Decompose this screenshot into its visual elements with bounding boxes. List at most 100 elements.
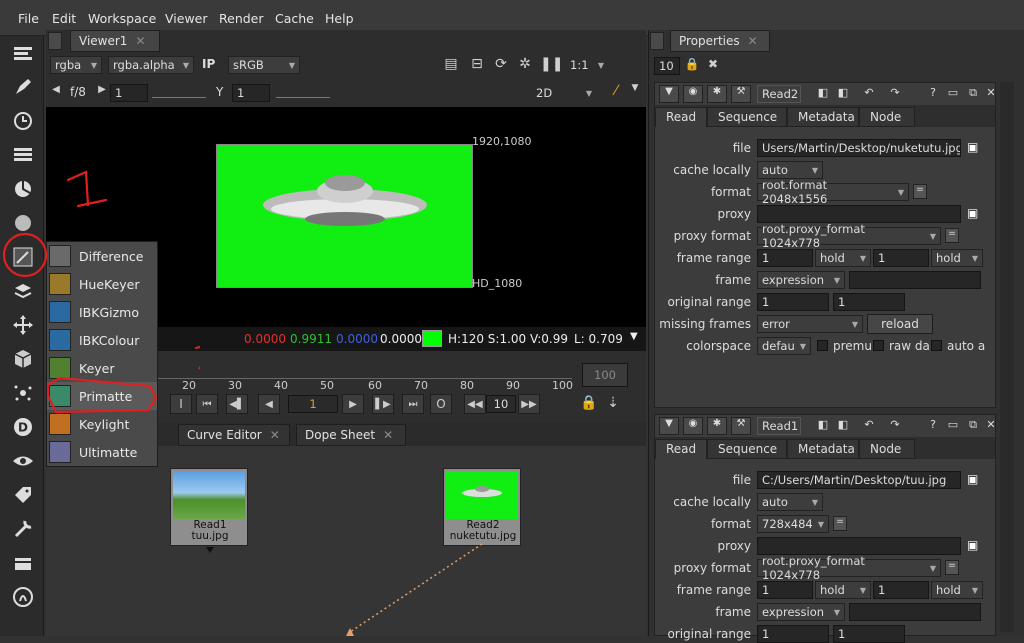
menu-viewer[interactable]: Viewer (165, 11, 208, 26)
help-icon[interactable]: ⚒ (731, 85, 751, 103)
metadata-tool-icon[interactable] (10, 482, 36, 508)
viewer-icon[interactable]: ◉ (683, 85, 703, 103)
redo-icon[interactable]: ↷ (887, 418, 903, 434)
node-name-field[interactable]: Read2 (757, 85, 801, 103)
previous-fstop-icon[interactable]: ◀ (50, 84, 62, 95)
channels-dropdown[interactable]: rgba ▼ (50, 56, 102, 74)
close-icon[interactable]: ✕ (748, 34, 758, 48)
gamma-slider[interactable] (276, 88, 330, 98)
help-icon[interactable]: ? (925, 86, 941, 102)
max-panels-field[interactable]: 10 (654, 57, 680, 75)
keyer-menu-item-primatte[interactable]: Primatte (47, 382, 157, 410)
expression-link-icon[interactable]: = (945, 560, 959, 575)
viewer-icon[interactable]: ◉ (683, 417, 703, 435)
in-point-button[interactable]: I (170, 394, 192, 414)
play-backward-icon[interactable]: ◀ (258, 394, 280, 414)
file-browser-icon[interactable]: ▣ (967, 472, 981, 488)
panel-menu-handle[interactable] (650, 32, 664, 50)
color-swatch-icon[interactable]: ◧ (835, 86, 851, 102)
file-path-field[interactable]: C:/Users/Martin/Desktop/tuu.jpg (757, 471, 961, 489)
merge-tool-icon[interactable] (10, 278, 36, 304)
lock-icon[interactable]: 🔒 (684, 57, 700, 71)
tab-curve-editor[interactable]: Curve Editor ✕ (178, 424, 290, 446)
image-tool-icon[interactable] (10, 40, 36, 66)
step-forward-icon[interactable]: ▶▶ (518, 394, 540, 414)
chevron-down-icon[interactable]: ▼ (630, 331, 638, 342)
deep-tool-icon[interactable]: D (10, 414, 36, 440)
clipping-icon[interactable]: ⊟ (468, 56, 486, 72)
frame-range-start-field[interactable]: 1 (757, 581, 813, 599)
views-tool-icon[interactable] (10, 448, 36, 474)
file-browser-icon[interactable]: ▣ (967, 538, 981, 554)
proxy-format-dropdown[interactable]: root.proxy_format 1024x778 ▼ (757, 554, 941, 582)
help-icon[interactable]: ⚒ (731, 417, 751, 435)
proxy-format-dropdown[interactable]: root.proxy_format 1024x778 ▼ (757, 222, 941, 250)
bug-icon[interactable]: ✱ (707, 417, 727, 435)
furnace-tool-icon[interactable] (10, 550, 36, 576)
menu-cache[interactable]: Cache (275, 11, 314, 26)
close-icon[interactable]: ✕ (135, 34, 145, 48)
viewer-colorspace-dropdown[interactable]: sRGB ▼ (228, 56, 300, 74)
next-fstop-icon[interactable]: ▶ (96, 84, 108, 95)
menu-render[interactable]: Render (219, 11, 264, 26)
playback-mode-icon[interactable]: ⇣ (604, 395, 622, 411)
proxy-path-field[interactable] (757, 205, 961, 223)
file-browser-icon[interactable]: ▣ (967, 140, 981, 156)
menu-file[interactable]: File (18, 11, 39, 26)
zoom-dropdown[interactable]: 1:1 ▼ (566, 56, 608, 74)
tab-metadata[interactable]: Metadata (787, 439, 859, 459)
expression-link-icon[interactable]: = (945, 228, 959, 243)
frame-range-end-field[interactable]: 1 (873, 581, 929, 599)
maximize-icon[interactable]: ⧉ (965, 86, 981, 102)
read1-node[interactable]: Read1 tuu.jpg (170, 468, 248, 546)
read2-node[interactable]: Read2 nuketutu.jpg (443, 468, 521, 546)
colorspace-dropdown[interactable]: defau ▼ (757, 337, 811, 355)
ofx-tool-icon[interactable] (10, 584, 36, 610)
missing-frames-dropdown[interactable]: error ▼ (757, 315, 863, 333)
draw-tool-icon[interactable] (10, 74, 36, 100)
expression-link-icon[interactable]: = (833, 516, 847, 531)
reload-button[interactable]: reload (867, 314, 933, 334)
tab-viewer1[interactable]: Viewer1 ✕ (70, 30, 160, 52)
lock-icon[interactable]: 🔒 (580, 395, 597, 411)
particles-tool-icon[interactable] (10, 380, 36, 406)
menu-workspace[interactable]: Workspace (88, 11, 156, 26)
tab-dope-sheet[interactable]: Dope Sheet ✕ (296, 424, 406, 446)
tab-metadata[interactable]: Metadata (787, 107, 859, 127)
original-range-start-field[interactable]: 1 (757, 293, 829, 311)
color-swatch-icon[interactable]: ◧ (815, 418, 831, 434)
file-browser-icon[interactable]: ▣ (967, 206, 981, 222)
frame-mode-dropdown[interactable]: expression ▼ (757, 603, 845, 621)
frame-range-start-mode-dropdown[interactable]: hold ▼ (815, 581, 871, 599)
original-range-end-field[interactable]: 1 (833, 293, 905, 311)
filter-tool-icon[interactable] (10, 210, 36, 236)
frame-range-end-field[interactable]: 1 (873, 249, 929, 267)
tab-properties[interactable]: Properties ✕ (670, 30, 770, 52)
current-frame-field[interactable]: 1 (288, 395, 338, 413)
premultiplied-checkbox[interactable] (817, 340, 828, 351)
undo-icon[interactable]: ↶ (861, 86, 877, 102)
frame-range-end-mode-dropdown[interactable]: hold ▼ (931, 249, 983, 267)
format-dropdown[interactable]: root.format 2048x1556 ▼ (757, 178, 909, 206)
out-point-button[interactable]: O (430, 394, 452, 414)
frame-expression-field[interactable]: 1 (849, 603, 981, 621)
frame-range-end-mode-dropdown[interactable]: hold ▼ (931, 581, 983, 599)
clear-panels-icon[interactable]: ✖ (704, 57, 722, 71)
tab-node[interactable]: Node (859, 439, 915, 459)
properties-scrollbar[interactable] (1000, 82, 1014, 632)
step-field[interactable]: 10 (486, 395, 516, 413)
input-process-toggle[interactable]: IP (202, 56, 224, 74)
frame-expression-field[interactable]: 1 (849, 271, 981, 289)
float-icon[interactable]: ▭ (945, 418, 961, 434)
original-range-end-field[interactable]: 1 (833, 625, 905, 643)
close-icon[interactable]: ✕ (983, 86, 999, 102)
collapse-icon[interactable]: ▼ (659, 417, 679, 435)
menu-edit[interactable]: Edit (52, 11, 76, 26)
collapse-icon[interactable]: ▼ (659, 85, 679, 103)
frame-range-start-field[interactable]: 1 (757, 249, 813, 267)
keyer-menu-item-difference[interactable]: Difference (47, 242, 157, 270)
auto-alpha-checkbox[interactable] (931, 340, 942, 351)
proxy-path-field[interactable] (757, 537, 961, 555)
close-icon[interactable]: ✕ (983, 418, 999, 434)
redo-icon[interactable]: ↷ (887, 86, 903, 102)
